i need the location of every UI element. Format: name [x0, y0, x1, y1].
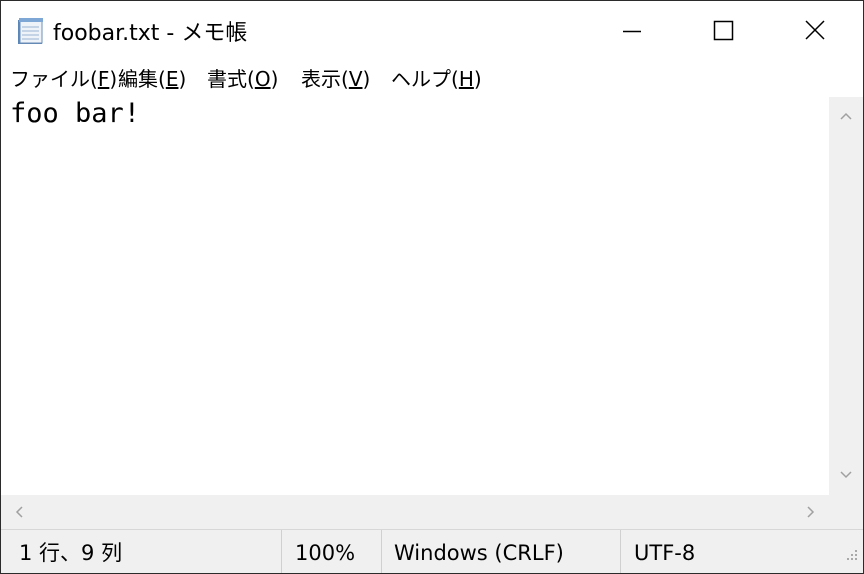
- status-bar: 1 行、9 列 100% Windows (CRLF) UTF-8: [1, 529, 863, 573]
- scroll-left-button[interactable]: [1, 495, 39, 529]
- chevron-up-icon: [840, 112, 852, 120]
- status-cursor-position: 1 行、9 列: [19, 541, 123, 565]
- title-bar[interactable]: foobar.txt - メモ帳: [1, 1, 863, 61]
- minimize-icon: [623, 30, 641, 33]
- text-editor[interactable]: foo bar!: [1, 97, 829, 495]
- menu-edit[interactable]: 編集(E): [118, 65, 186, 93]
- window-title: foobar.txt - メモ帳: [53, 21, 248, 46]
- status-encoding: UTF-8: [634, 541, 696, 565]
- close-icon: [805, 20, 825, 40]
- horizontal-scrollbar[interactable]: [1, 495, 829, 529]
- maximize-button[interactable]: [678, 1, 770, 61]
- menu-format[interactable]: 書式(O): [207, 65, 278, 93]
- scroll-down-button[interactable]: [829, 457, 863, 495]
- menu-file[interactable]: ファイル(F): [10, 65, 117, 93]
- chevron-left-icon: [15, 506, 23, 518]
- status-divider: [620, 530, 621, 573]
- chevron-down-icon: [840, 471, 852, 479]
- chevron-right-icon: [807, 506, 815, 518]
- minimize-button[interactable]: [586, 1, 678, 61]
- status-line-ending: Windows (CRLF): [394, 541, 564, 565]
- status-divider: [281, 530, 282, 573]
- notepad-icon: [15, 17, 45, 45]
- scroll-up-button[interactable]: [829, 97, 863, 135]
- notepad-window: foobar.txt - メモ帳 ファイル(F) 編集(E) 書式(O) 表示(…: [0, 0, 864, 574]
- menu-bar: ファイル(F) 編集(E) 書式(O) 表示(V) ヘルプ(H): [1, 61, 863, 97]
- maximize-icon: [713, 20, 734, 41]
- vertical-scrollbar[interactable]: [829, 97, 863, 495]
- status-zoom: 100%: [295, 541, 356, 565]
- resize-grip-icon[interactable]: [843, 547, 859, 563]
- menu-view[interactable]: 表示(V): [301, 65, 370, 93]
- scroll-right-button[interactable]: [791, 495, 829, 529]
- close-button[interactable]: [770, 1, 862, 61]
- editor-content: foo bar!: [10, 98, 141, 129]
- scrollbar-corner: [829, 495, 863, 529]
- menu-help[interactable]: ヘルプ(H): [391, 65, 482, 93]
- status-divider: [381, 530, 382, 573]
